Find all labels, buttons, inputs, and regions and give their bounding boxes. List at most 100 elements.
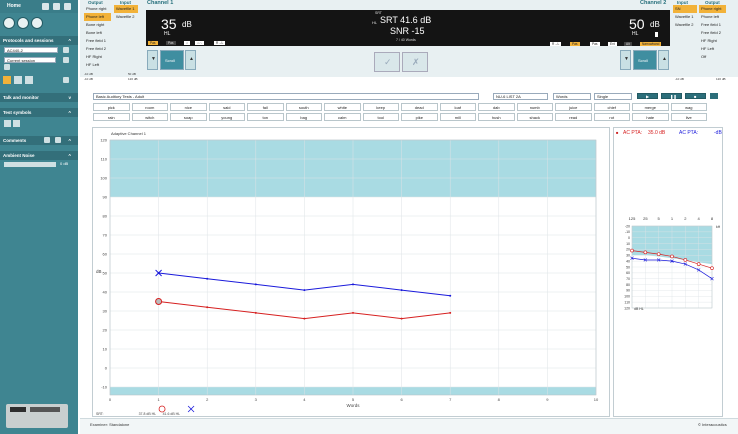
- ch2in-item[interactable]: SN: [673, 5, 697, 13]
- ch1-level-up-button[interactable]: ▲: [185, 50, 196, 70]
- ch1-scroll-button[interactable]: Scroll: [160, 50, 184, 70]
- protocols-section[interactable]: Protocols and sessions ^: [0, 36, 78, 45]
- ch2-scroll-button[interactable]: Scroll: [633, 50, 657, 70]
- symbol-icon[interactable]: [13, 120, 20, 127]
- comment-add-icon[interactable]: [55, 137, 61, 143]
- incorrect-button[interactable]: ✗: [402, 52, 428, 72]
- ch2-tag[interactable]: Alt: [624, 42, 632, 46]
- ch2out-item[interactable]: Off: [699, 53, 726, 61]
- word-button[interactable]: merge: [632, 103, 669, 111]
- ch2-level-up-button[interactable]: ▲: [658, 50, 669, 70]
- word-button[interactable]: keep: [362, 103, 399, 111]
- word-button[interactable]: chief: [593, 103, 630, 111]
- protocol-settings-icon[interactable]: [63, 47, 69, 53]
- word-button[interactable]: nice: [170, 103, 207, 111]
- word-button[interactable]: hush: [478, 113, 515, 121]
- step-select[interactable]: Single: [594, 93, 632, 100]
- ch1out-item[interactable]: Bone right: [84, 21, 111, 29]
- ch2-tag[interactable]: Pas: [590, 42, 600, 46]
- headset-icon[interactable]: [25, 76, 33, 84]
- ch1out-item[interactable]: Bone left: [84, 29, 111, 37]
- mode-select[interactable]: Words: [553, 93, 591, 100]
- word-button[interactable]: calm: [324, 113, 361, 121]
- shuffle-icon[interactable]: [710, 93, 718, 99]
- ch2in-item[interactable]: Wavefile 1: [673, 13, 697, 21]
- ch1in-item[interactable]: Wavefile 1: [114, 5, 138, 13]
- ch1-tag[interactable]: Pas: [148, 41, 158, 45]
- word-button[interactable]: pick: [93, 103, 130, 111]
- test-select[interactable]: Basic Auditory Tests - Adult: [93, 93, 479, 100]
- ch1in-item[interactable]: Wavefile 2: [114, 13, 138, 21]
- ambient-noise-section[interactable]: Ambient Noise ^: [0, 151, 78, 160]
- word-button[interactable]: bag: [285, 113, 322, 121]
- ch2-tag[interactable]: Narrowband: [640, 42, 662, 46]
- ch2-tag[interactable]: Ext: [608, 42, 617, 46]
- save-icon[interactable]: [53, 3, 60, 10]
- monitor-icon[interactable]: [14, 76, 22, 84]
- ch1out-item[interactable]: Phone left: [84, 13, 111, 21]
- test-symbols-section[interactable]: Test symbols ^: [0, 108, 78, 117]
- ch1-tag[interactable]: R→L: [214, 41, 226, 45]
- protocol-select[interactable]: AC440-2: [4, 47, 58, 53]
- word-button[interactable]: white: [324, 103, 361, 111]
- ch2out-item[interactable]: Free field 1: [699, 21, 726, 29]
- ch1out-item[interactable]: Free field 1: [84, 37, 111, 45]
- word-button[interactable]: ton: [247, 113, 284, 121]
- word-button[interactable]: young: [208, 113, 245, 121]
- ch2-tag[interactable]: R→L: [550, 42, 562, 46]
- ch1-tag[interactable]: ∩∩: [195, 41, 204, 45]
- ch2-tag[interactable]: Pas: [570, 42, 580, 46]
- pause-button[interactable]: ❚❚: [661, 93, 682, 99]
- word-button[interactable]: rain: [93, 113, 130, 121]
- ch2out-item[interactable]: HF Right: [699, 37, 726, 45]
- ch1out-item[interactable]: Phone right: [84, 5, 111, 13]
- ch2out-item[interactable]: HF Left: [699, 45, 726, 53]
- ch1-tag[interactable]: ∩: [184, 41, 191, 45]
- comments-section[interactable]: Comments ^: [0, 136, 78, 145]
- ch1out-item[interactable]: Free field 2: [84, 45, 111, 53]
- word-button[interactable]: mill: [439, 113, 476, 121]
- word-button[interactable]: pike: [401, 113, 438, 121]
- chevron-up-icon[interactable]: ^: [68, 136, 71, 145]
- ch1out-item[interactable]: HF Left: [84, 61, 111, 69]
- word-button[interactable]: south: [285, 103, 322, 111]
- mic-icon[interactable]: [3, 76, 11, 84]
- tone-audiometry-icon[interactable]: [3, 17, 15, 29]
- speech-audiometry-icon[interactable]: [17, 17, 29, 29]
- print-icon[interactable]: [42, 3, 49, 10]
- word-button[interactable]: fail: [247, 103, 284, 111]
- ch1out-item[interactable]: HF Right: [84, 53, 111, 61]
- session-select[interactable]: Current session: [4, 57, 56, 63]
- ch2in-item[interactable]: Wavefile 2: [673, 21, 697, 29]
- symbol-icon[interactable]: [4, 120, 11, 127]
- chevron-down-icon[interactable]: v: [68, 93, 71, 102]
- talk-monitor-section[interactable]: Talk and monitor v: [0, 93, 78, 102]
- ch1-level-down-button[interactable]: ▼: [147, 50, 158, 70]
- home-label[interactable]: Home: [7, 3, 21, 9]
- word-button[interactable]: room: [131, 103, 168, 111]
- exit-icon[interactable]: [64, 3, 71, 10]
- chevron-up-icon[interactable]: ^: [68, 151, 71, 160]
- word-button[interactable]: shack: [516, 113, 553, 121]
- ch2out-item[interactable]: Phone right: [699, 5, 726, 13]
- word-button[interactable]: wag: [670, 103, 707, 111]
- correct-button[interactable]: ✓: [374, 52, 400, 72]
- ch2-level-down-button[interactable]: ▼: [620, 50, 631, 70]
- chevron-up-icon[interactable]: [63, 77, 69, 83]
- word-button[interactable]: tool: [362, 113, 399, 121]
- word-button[interactable]: loaf: [439, 103, 476, 111]
- word-button[interactable]: live: [670, 113, 707, 121]
- word-button[interactable]: read: [555, 113, 592, 121]
- list-select[interactable]: NU-6 LIST 2A: [493, 93, 548, 100]
- session-settings-icon[interactable]: [63, 57, 69, 63]
- stop-button[interactable]: ■: [685, 93, 706, 99]
- session-icon[interactable]: [4, 64, 10, 70]
- word-button[interactable]: said: [208, 103, 245, 111]
- word-button[interactable]: dab: [478, 103, 515, 111]
- chevron-up-icon[interactable]: ^: [68, 36, 71, 45]
- word-button[interactable]: dead: [401, 103, 438, 111]
- play-button[interactable]: ▶: [637, 93, 658, 99]
- comment-edit-icon[interactable]: [44, 137, 50, 143]
- word-button[interactable]: rot: [593, 113, 630, 121]
- word-button[interactable]: witch: [131, 113, 168, 121]
